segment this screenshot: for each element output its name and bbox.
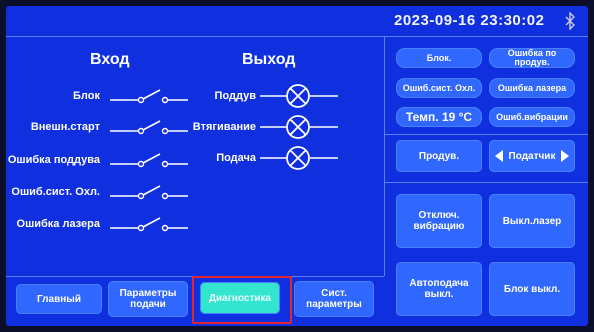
- autofeed-off-button[interactable]: Автоподача выкл.: [396, 262, 482, 316]
- top-divider: [6, 36, 588, 37]
- input-switch-icon: [110, 89, 188, 104]
- vibration-off-button[interactable]: Отключ. вибрацию: [396, 194, 482, 248]
- input-label-laser-error: Ошибка лазера: [16, 218, 100, 230]
- input-switch-icon: [110, 185, 188, 200]
- nav-system-params-button[interactable]: Сист. параметры: [294, 281, 374, 317]
- status-temperature: Темп. 19 °C: [396, 107, 482, 127]
- status-laser-error: Ошибка лазера: [489, 78, 575, 98]
- output-label-retract: Втягивание: [192, 121, 256, 133]
- lamp-icon: [260, 115, 338, 139]
- laser-off-button[interactable]: Выкл.лазер: [489, 194, 575, 248]
- status-cooling-error: Ошиб.сист. Охл.: [396, 78, 482, 98]
- nav-diagnostics-button[interactable]: Диагностика: [200, 282, 280, 314]
- nav-feed-params-button[interactable]: Параметры подачи: [108, 281, 188, 317]
- sensor-selector[interactable]: Податчик: [489, 140, 575, 172]
- input-label-cooling-error: Ошиб.сист. Охл.: [11, 186, 100, 198]
- input-heading: Вход: [90, 51, 130, 68]
- status-feed-error: Ошибка по продув.: [489, 48, 575, 68]
- datetime-display: 2023-09-16 23:30:02: [394, 12, 545, 29]
- lamp-icon: [260, 84, 338, 108]
- controls-divider: [384, 182, 588, 183]
- lamp-icon: [260, 146, 338, 170]
- bluetooth-icon: [565, 12, 575, 30]
- nav-main-button[interactable]: Главный: [16, 284, 102, 314]
- arrow-right-icon[interactable]: [561, 150, 570, 162]
- blow-button[interactable]: Продув.: [396, 140, 482, 172]
- input-switch-icon: [110, 120, 188, 135]
- input-switch-icon: [110, 153, 188, 168]
- output-heading: Выход: [242, 51, 296, 68]
- status-block: Блок.: [396, 48, 482, 68]
- output-label-blow: Поддув: [214, 90, 256, 102]
- input-label-blow-error: Ошибка поддува: [7, 154, 100, 166]
- hmi-screen: 2023-09-16 23:30:02 Вход Выход Блок Внеш…: [6, 6, 588, 326]
- input-label-block: Блок: [73, 90, 100, 102]
- status-vibration-error: Ошиб.вибрации: [489, 107, 575, 127]
- output-label-feed: Подача: [216, 152, 256, 164]
- input-label-ext-start: Внешн.старт: [30, 121, 100, 133]
- panel-divider: [384, 36, 385, 276]
- sensor-label: Податчик: [508, 150, 556, 162]
- top-bar: 2023-09-16 23:30:02: [6, 6, 588, 36]
- arrow-left-icon[interactable]: [494, 150, 503, 162]
- block-off-button[interactable]: Блок выкл.: [489, 262, 575, 316]
- input-switch-icon: [110, 217, 188, 232]
- status-divider: [384, 134, 588, 135]
